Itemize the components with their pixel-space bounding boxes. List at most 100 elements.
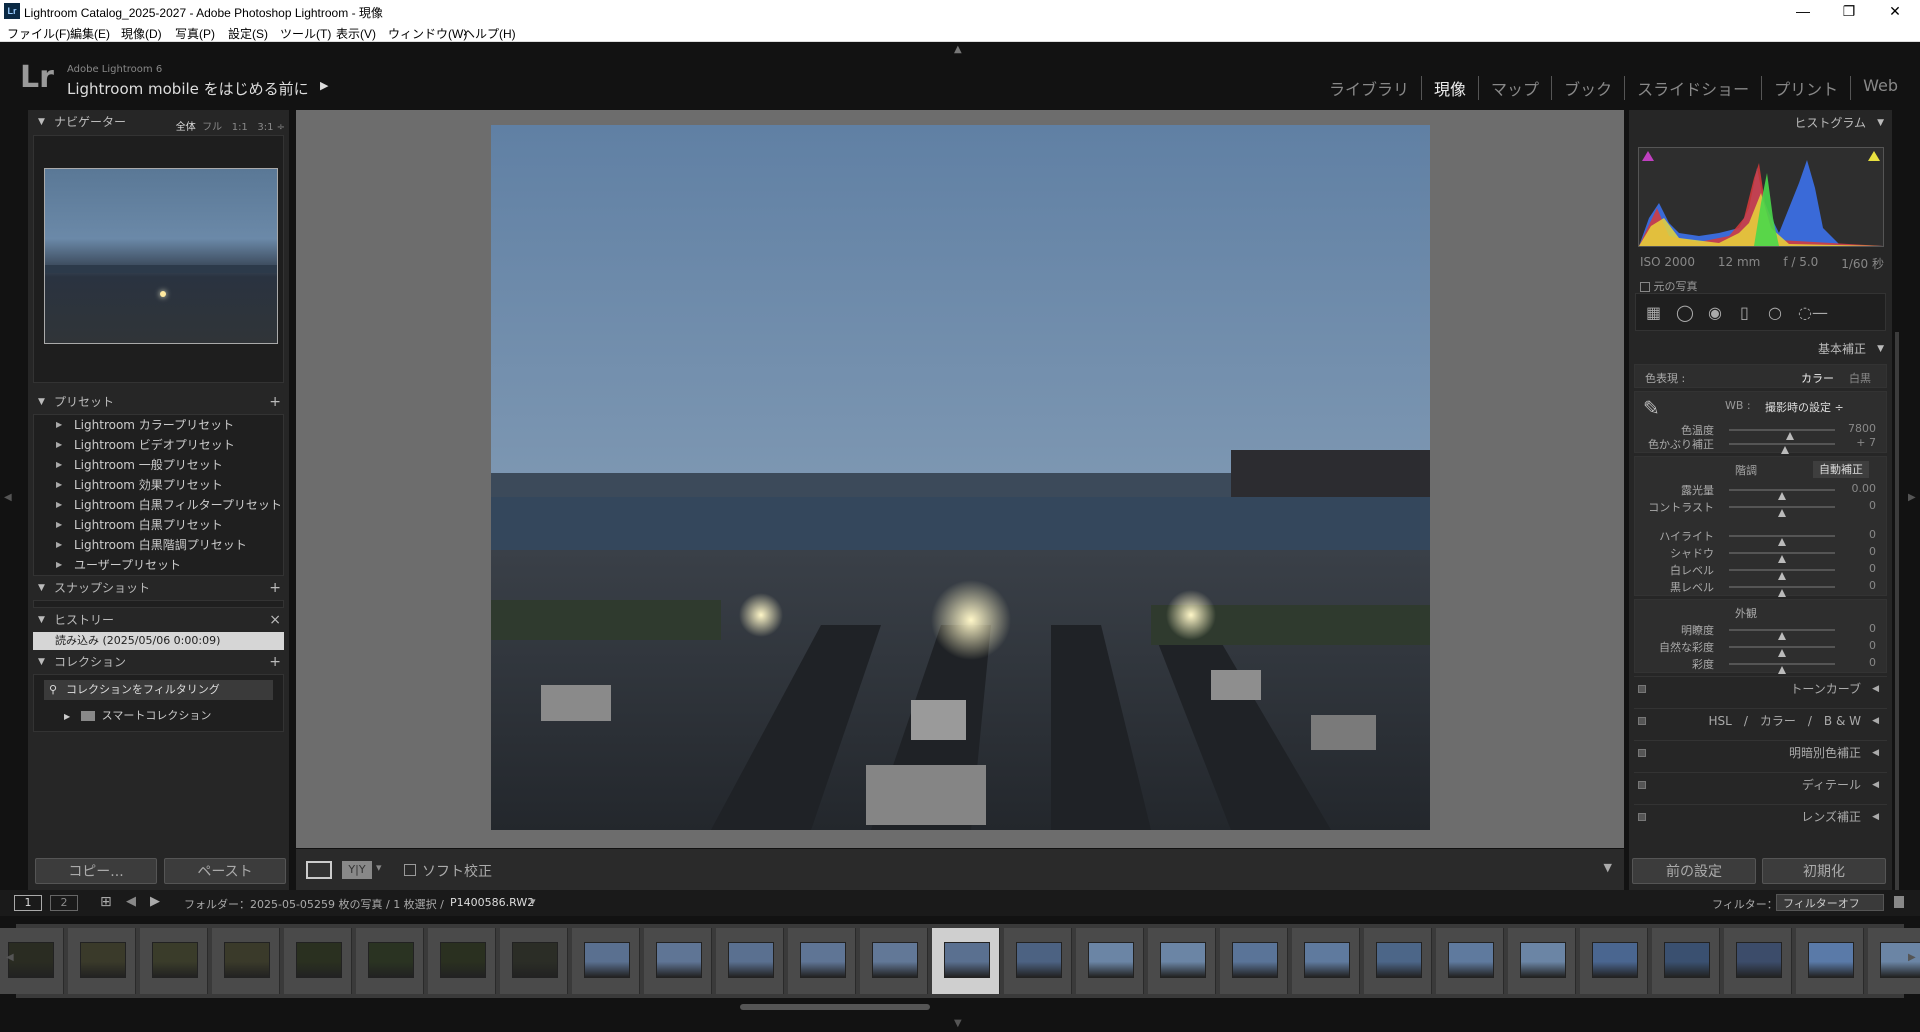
filmstrip-thumbnail[interactable] [1220, 928, 1288, 994]
mobile-message[interactable]: Lightroom mobile をはじめる前に [67, 78, 309, 99]
slider-knob[interactable] [1781, 446, 1790, 454]
filter-select[interactable]: フィルターオフ [1776, 894, 1884, 911]
zoom-fill[interactable]: フル [202, 122, 222, 133]
slider-value[interactable]: 0 [1869, 545, 1876, 558]
copy-button[interactable]: コピー... [35, 858, 157, 884]
zoom-fit[interactable]: 全体 [176, 122, 196, 133]
top-panel-toggle-icon[interactable]: ▲ [954, 44, 962, 55]
slider-track[interactable] [1729, 552, 1835, 563]
module-print[interactable]: プリント [1761, 76, 1850, 100]
slider-value[interactable]: + 7 [1856, 436, 1876, 449]
add-preset-icon[interactable]: + [269, 390, 281, 414]
preset-folder[interactable]: Lightroom ビデオプリセット [34, 435, 283, 455]
navigator-header[interactable]: ▼ ナビゲーター 全体 フル 1:1 3:1 ÷ [28, 110, 289, 134]
slider-track[interactable] [1729, 663, 1835, 674]
preset-folder[interactable]: Lightroom 白黒プリセット [34, 515, 283, 535]
menu-file[interactable]: ファイル(F) [7, 25, 70, 42]
loupe-view-icon[interactable] [306, 861, 332, 879]
navigator-preview[interactable] [33, 135, 284, 383]
basic-header[interactable]: 基本補正 ▼ [1629, 336, 1892, 362]
bottom-panel-toggle-icon[interactable]: ▼ [954, 1018, 962, 1029]
menu-help[interactable]: ヘルプ(H) [463, 25, 516, 42]
collections-header[interactable]: ▼ コレクション + [28, 650, 289, 674]
slider-knob[interactable] [1778, 509, 1786, 517]
add-snapshot-icon[interactable]: + [269, 576, 281, 600]
preset-folder[interactable]: Lightroom カラープリセット [34, 415, 283, 435]
preset-folder[interactable]: Lightroom 白黒階調プリセット [34, 535, 283, 555]
shadow-clipping-icon[interactable] [1642, 151, 1654, 161]
menu-view[interactable]: 表示(V) [336, 25, 376, 42]
filmstrip-thumbnail[interactable] [1508, 928, 1576, 994]
slider-value[interactable]: 0 [1869, 528, 1876, 541]
slider-value[interactable]: 0.00 [1852, 482, 1877, 495]
treatment-color[interactable]: カラー [1801, 370, 1834, 386]
slider-track[interactable] [1729, 535, 1835, 546]
filmstrip-thumbnail[interactable] [1724, 928, 1792, 994]
radial-filter-icon[interactable]: ○ [1768, 303, 1782, 322]
filter-lock-icon[interactable] [1894, 896, 1904, 908]
right-panel-toggle-icon[interactable]: ▶ [1908, 492, 1916, 503]
module-slideshow[interactable]: スライドショー [1624, 76, 1761, 100]
toolbar-chevron-icon[interactable]: ▼ [1604, 861, 1612, 874]
slider-track[interactable] [1729, 429, 1835, 440]
slider-track[interactable] [1729, 506, 1835, 517]
slider-track[interactable] [1729, 569, 1835, 580]
selected-filename[interactable]: P1400586.RW2 [450, 896, 534, 909]
filmstrip-thumbnail[interactable] [1580, 928, 1648, 994]
slider-value[interactable]: 0 [1869, 639, 1876, 652]
filmstrip-thumbnail[interactable] [860, 928, 928, 994]
menu-develop[interactable]: 現像(D) [121, 25, 162, 42]
grid-view-icon[interactable]: ⊞ [100, 894, 112, 910]
filmstrip-thumbnail[interactable] [932, 928, 1000, 994]
filmstrip-thumbnail[interactable] [1076, 928, 1144, 994]
clear-history-icon[interactable]: × [269, 608, 281, 632]
filmstrip-thumbnail[interactable] [1004, 928, 1072, 994]
preset-folder[interactable]: Lightroom 白黒フィルタープリセット [34, 495, 283, 515]
add-collection-icon[interactable]: + [269, 650, 281, 674]
filmstrip-thumbnail[interactable] [428, 928, 496, 994]
filename-chevron-icon[interactable]: ▾ [530, 895, 536, 908]
before-after-icon[interactable]: Y|Y [342, 861, 372, 879]
slider-track[interactable] [1729, 629, 1835, 640]
eyedropper-icon[interactable]: ✎ [1643, 396, 1660, 420]
paste-button[interactable]: ペースト [164, 858, 286, 884]
filmstrip-thumbnail[interactable] [788, 928, 856, 994]
adjustment-brush-icon[interactable]: ◌— [1798, 303, 1828, 322]
filmstrip-scrollbar[interactable] [740, 1004, 930, 1010]
split-toning-panel[interactable]: 明暗別色補正 ◀ [1634, 740, 1887, 764]
forward-arrow-icon[interactable]: ▶ [150, 894, 160, 909]
filmstrip-thumbnail[interactable] [716, 928, 784, 994]
slider-track[interactable] [1729, 646, 1835, 657]
panel-switch-icon[interactable] [1638, 813, 1646, 821]
play-arrow-icon[interactable]: ▶ [320, 79, 328, 92]
filmstrip-thumbnail[interactable] [1148, 928, 1216, 994]
slider-value[interactable]: 0 [1869, 499, 1876, 512]
filmstrip-thumbnail[interactable] [1652, 928, 1720, 994]
zoom-1-1[interactable]: 1:1 [232, 122, 248, 133]
folder-path[interactable]: フォルダー：2025-05-05 [184, 896, 314, 912]
collection-filter[interactable]: ⚲ コレクションをフィルタリング [44, 680, 273, 700]
maximize-button[interactable]: ❐ [1826, 0, 1872, 22]
previous-settings-button[interactable]: 前の設定 [1632, 858, 1756, 884]
hsl-panel[interactable]: HSL / カラー / B & W ◀ [1634, 708, 1887, 732]
filmstrip-left-arrow-icon[interactable]: ◀ [6, 952, 14, 963]
left-panel-toggle-icon[interactable]: ◀ [4, 492, 12, 503]
zoom-3-1[interactable]: 3:1 [257, 122, 273, 133]
menu-photo[interactable]: 写真(P) [175, 25, 215, 42]
preset-folder[interactable]: Lightroom 一般プリセット [34, 455, 283, 475]
navigator-thumbnail[interactable] [44, 168, 278, 344]
history-header[interactable]: ▼ ヒストリー × [28, 608, 289, 632]
panel-switch-icon[interactable] [1638, 781, 1646, 789]
histogram-header[interactable]: ヒストグラム ▼ [1629, 110, 1892, 136]
menu-edit[interactable]: 編集(E) [70, 25, 110, 42]
panel-switch-icon[interactable] [1638, 717, 1646, 725]
smart-collection-folder[interactable]: ▶ スマートコレクション [64, 707, 211, 723]
filmstrip-thumbnail[interactable] [1292, 928, 1360, 994]
primary-window-button[interactable]: 1 [14, 895, 42, 911]
secondary-window-button[interactable]: 2 [50, 895, 78, 911]
slider-value[interactable]: 0 [1869, 622, 1876, 635]
right-panel-scrollbar[interactable] [1895, 332, 1899, 892]
lens-correction-panel[interactable]: レンズ補正 ◀ [1634, 804, 1887, 828]
slider-value[interactable]: 0 [1869, 579, 1876, 592]
filmstrip-thumbnail[interactable] [1364, 928, 1432, 994]
